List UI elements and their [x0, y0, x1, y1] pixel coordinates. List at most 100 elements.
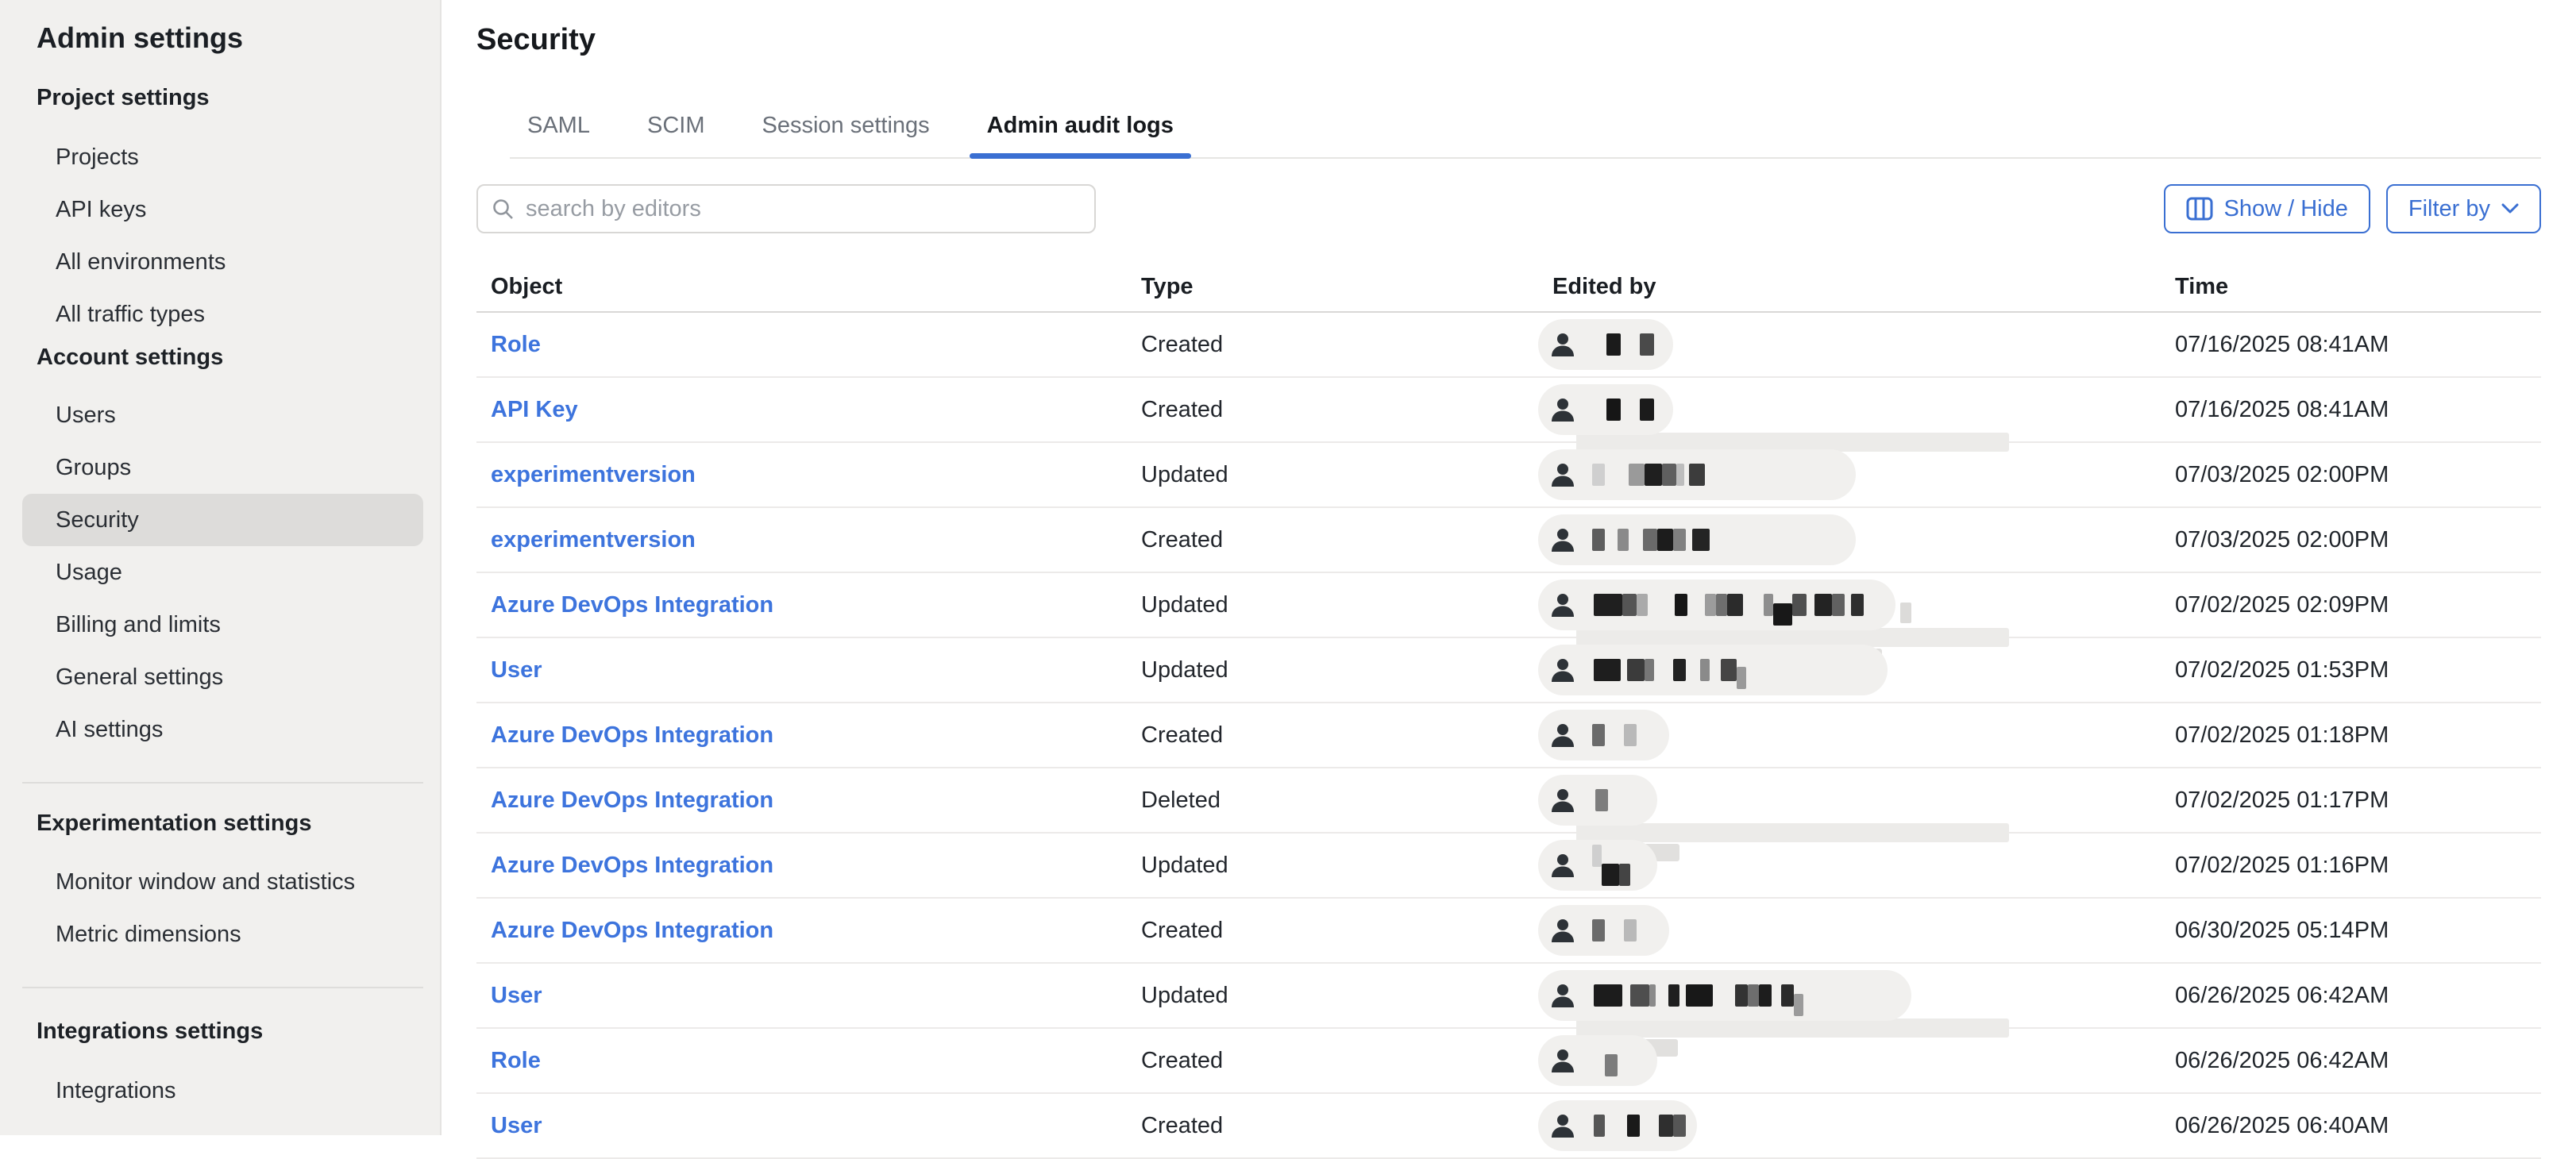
redaction-block [1629, 464, 1645, 486]
type-cell: Created [1127, 1048, 1538, 1074]
chevron-down-icon [2501, 203, 2519, 214]
sidebar-item-groups[interactable]: Groups [22, 441, 423, 494]
object-link[interactable]: User [491, 1113, 542, 1138]
redaction-block [1792, 594, 1807, 616]
redaction-block [1716, 594, 1727, 616]
type-cell: Created [1127, 397, 1538, 423]
type-cell: Updated [1127, 592, 1538, 618]
editor-pill [1538, 905, 1669, 956]
sidebar-item-all-environments[interactable]: All environments [22, 236, 423, 288]
redacted-editor-name [1586, 1035, 1618, 1086]
sidebar-item-general-settings[interactable]: General settings [22, 651, 423, 703]
sidebar-item-security[interactable]: Security [22, 494, 423, 546]
redaction-block [1737, 667, 1746, 689]
sidebar-divider [22, 987, 423, 988]
redacted-long-bar [1576, 1018, 2009, 1038]
table-row: Azure DevOps IntegrationDeleted07/02/202… [476, 768, 2541, 834]
redacted-editor-name [1586, 319, 1654, 370]
person-icon [1549, 981, 1576, 1010]
table-row: experimentversionCreated07/03/2025 02:00… [476, 508, 2541, 573]
sidebar-item-api-keys[interactable]: API keys [22, 183, 423, 236]
tab-admin-audit-logs[interactable]: Admin audit logs [970, 111, 1191, 157]
sidebar-item-usage[interactable]: Usage [22, 546, 423, 599]
object-link[interactable]: Azure DevOps Integration [491, 787, 773, 813]
sidebar-item-billing-and-limits[interactable]: Billing and limits [22, 599, 423, 651]
sidebar-item-metric-dimensions[interactable]: Metric dimensions [22, 908, 423, 961]
sidebar-group-heading-exp: Experimentation settings [37, 809, 403, 837]
type-cell: Deleted [1127, 787, 1538, 814]
show-hide-columns-button[interactable]: Show / Hide [2164, 184, 2370, 233]
time-cell: 06/30/2025 05:14PM [2161, 918, 2541, 944]
search-input[interactable] [524, 195, 1082, 223]
object-link[interactable]: Azure DevOps Integration [491, 918, 773, 943]
column-header-time: Time [2161, 274, 2541, 300]
tab-session-settings[interactable]: Session settings [744, 111, 947, 157]
redaction-block [1602, 864, 1619, 886]
table-row: Azure DevOps IntegrationUpdated07/02/202… [476, 834, 2541, 899]
tab-saml[interactable]: SAML [510, 111, 607, 157]
object-link[interactable]: Azure DevOps Integration [491, 592, 773, 618]
redaction-block [1606, 333, 1621, 356]
search-icon [491, 197, 515, 221]
person-icon [1549, 1046, 1576, 1075]
time-cell: 07/03/2025 02:00PM [2161, 462, 2541, 488]
redaction-block [1689, 464, 1705, 486]
redaction-block [1727, 594, 1743, 616]
sidebar-item-monitor-window-and-statistics[interactable]: Monitor window and statistics [22, 856, 423, 908]
person-icon [1549, 526, 1576, 554]
type-cell: Created [1127, 722, 1538, 749]
redacted-editor-name [1586, 775, 1608, 826]
sidebar-item-projects[interactable]: Projects [22, 131, 423, 183]
redaction-block [1624, 724, 1637, 746]
redaction-block [1748, 984, 1759, 1007]
sidebar-item-users[interactable]: Users [22, 389, 423, 441]
sidebar-item-integrations[interactable]: Integrations [22, 1065, 423, 1117]
redaction-block [1675, 594, 1687, 616]
redacted-editor-name [1586, 1100, 1686, 1151]
redaction-block [1721, 659, 1737, 681]
redaction-tail-block [1900, 603, 1911, 623]
tab-scim[interactable]: SCIM [630, 111, 723, 157]
object-link[interactable]: API Key [491, 397, 578, 422]
object-cell: User [476, 657, 1127, 683]
edited-by-cell [1538, 573, 2161, 637]
sidebar-nav: Project settingsProjectsAPI keysAll envi… [37, 83, 403, 1117]
object-link[interactable]: experimentversion [491, 527, 696, 553]
edited-by-cell [1538, 703, 2161, 767]
redaction-block [1594, 659, 1621, 681]
redaction-block [1735, 984, 1748, 1007]
time-cell: 07/02/2025 01:53PM [2161, 657, 2541, 683]
object-link[interactable]: Role [491, 332, 541, 357]
sidebar-group-items: Monitor window and statisticsMetric dime… [37, 856, 403, 961]
person-icon [1549, 591, 1576, 619]
redaction-block [1659, 1115, 1673, 1137]
object-link[interactable]: Azure DevOps Integration [491, 853, 773, 878]
sidebar-title: Admin settings [37, 21, 403, 56]
redacted-editor-name [1586, 970, 1803, 1021]
redaction-block [1594, 594, 1622, 616]
time-cell: 06/26/2025 06:42AM [2161, 983, 2541, 1009]
object-link[interactable]: experimentversion [491, 462, 696, 487]
redacted-editor-name [1586, 645, 1746, 695]
edited-by-cell [1538, 443, 2161, 506]
filter-by-button[interactable]: Filter by [2386, 184, 2541, 233]
redaction-block [1592, 845, 1602, 867]
type-cell: Updated [1127, 853, 1538, 879]
object-link[interactable]: Azure DevOps Integration [491, 722, 773, 748]
editor-pill [1538, 645, 1888, 695]
type-cell: Updated [1127, 983, 1538, 1009]
object-link[interactable]: User [491, 983, 542, 1008]
redaction-block [1673, 1115, 1686, 1137]
object-link[interactable]: User [491, 657, 542, 683]
sidebar-item-ai-settings[interactable]: AI settings [22, 703, 423, 756]
sidebar-item-all-traffic-types[interactable]: All traffic types [22, 288, 423, 341]
table-row: Azure DevOps IntegrationUpdated07/02/202… [476, 573, 2541, 638]
redacted-editor-name [1586, 905, 1637, 956]
redaction-block [1676, 464, 1684, 486]
editor-pill [1538, 514, 1856, 565]
object-link[interactable]: Role [491, 1048, 541, 1073]
time-cell: 06/26/2025 06:42AM [2161, 1048, 2541, 1074]
editor-pill [1538, 1100, 1697, 1151]
search-input-wrapper[interactable] [476, 184, 1096, 233]
redaction-block [1764, 594, 1773, 616]
